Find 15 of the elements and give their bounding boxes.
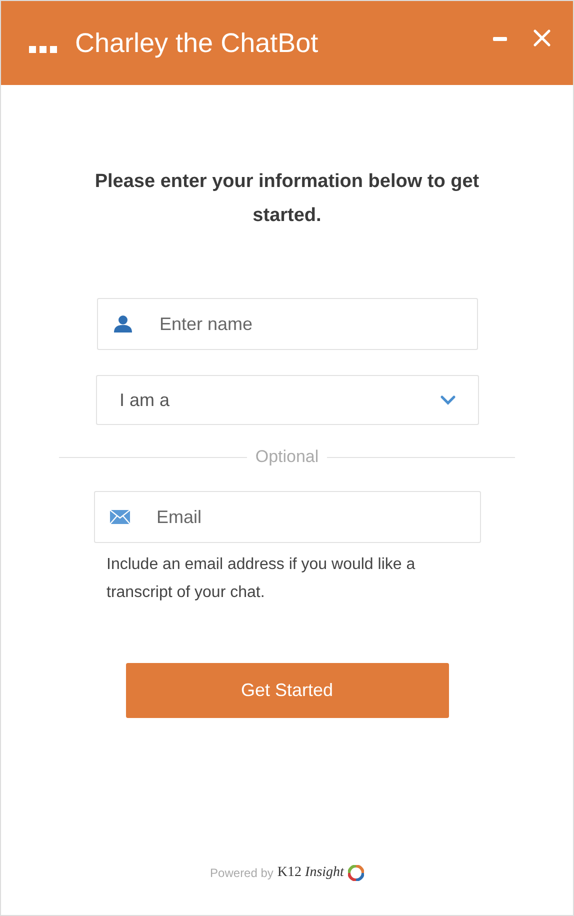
close-icon[interactable]: [533, 29, 551, 47]
role-dropdown[interactable]: I am a: [96, 375, 478, 425]
optional-label: Optional: [255, 447, 319, 467]
dots-icon[interactable]: [29, 46, 57, 54]
chevron-down-icon: [440, 395, 456, 405]
envelope-icon: [110, 510, 130, 524]
name-field[interactable]: Enter name: [96, 298, 478, 350]
person-icon: [114, 316, 132, 332]
email-help-text: Include an email address if you would like a transcript of your chat.: [106, 555, 416, 603]
ring-logo-icon: [348, 865, 364, 881]
window-title: Charley the ChatBot: [75, 28, 320, 58]
brand-logo-text: K12 Insight: [277, 865, 344, 881]
form-heading: Please enter your information below to get started.: [94, 170, 480, 228]
powered-by-text: Powered by: [210, 866, 274, 880]
email-field[interactable]: Email: [94, 491, 480, 543]
